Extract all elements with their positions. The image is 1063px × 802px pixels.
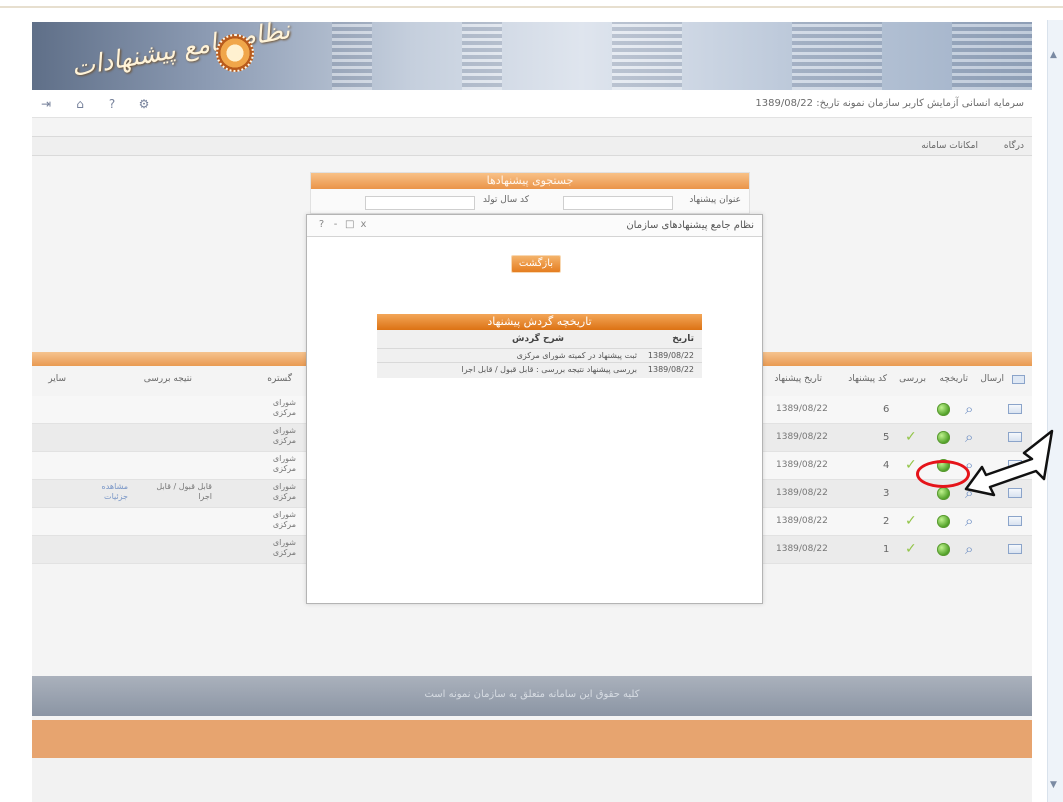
top-toolbar: ⇥ ⌂ ? ⚙ سرمایه انسانی آزمایش کاربر سازما… [32,90,1032,118]
tab-system-features[interactable]: امکانات سامانه [921,141,978,151]
suggestion-code: 1 [883,544,890,555]
send-icon[interactable] [1008,516,1022,526]
column-other: سایر [48,374,66,384]
history-table: تاریخ شرح گردش 1389/08/22 ثبت پیشنهاد در… [377,330,702,378]
exit-icon[interactable]: ⇥ [38,97,54,111]
building-graphic [332,22,372,90]
vertical-scrollbar[interactable]: ▲ ▼ [1047,20,1063,802]
logo-emblem-icon [216,34,254,72]
column-scope: گستره [267,374,292,384]
send-icon[interactable] [1008,544,1022,554]
logo: نظام جامع پیشنهادات [62,15,292,82]
review-status-icon[interactable] [937,515,950,528]
logo-text: نظام جامع پیشنهادات [69,15,293,82]
close-icon[interactable]: x [359,219,368,231]
history-highlight-oval [916,460,970,488]
search-label-code: کد سال تولد [482,195,529,205]
checked-icon: ✓ [905,541,917,557]
bottom-orange-band [32,720,1032,758]
suggestion-code: 6 [883,404,890,415]
suggestion-code: 5 [883,432,890,443]
history-modal: نظام جامع پیشنهادهای سازمان ? - □ x بازگ… [306,214,763,604]
review-result: قابل قبول / قابل اجرا [156,482,212,501]
checked-icon: ✓ [905,429,917,445]
details-link[interactable]: مشاهده جزئیات [82,482,128,502]
history-search-icon[interactable]: ⌕ [965,401,981,417]
history-description: بررسی پیشنهاد نتیجه بررسی : قابل قبول / … [461,365,638,374]
help-icon[interactable]: ? [317,219,326,231]
help-icon[interactable]: ? [104,97,120,111]
suggestion-date: 1389/08/22 [776,460,828,470]
suggestion-code: 4 [883,460,890,471]
review-status-icon[interactable] [937,543,950,556]
scroll-down-icon[interactable]: ▼ [1050,780,1060,790]
history-row: 1389/08/22 بررسی پیشنهاد نتیجه بررسی : ق… [377,362,702,375]
history-search-icon[interactable]: ⌕ [965,541,981,557]
suggestion-code: 3 [883,488,890,499]
column-review: بررسی [899,374,926,384]
header-banner: نظام جامع پیشنهادات [32,15,1032,90]
suggestion-date: 1389/08/22 [776,488,828,498]
table-header-icon [1012,375,1025,384]
suggestion-scope: شورای مرکزی [272,454,296,473]
building-graphic [612,22,682,90]
history-date-header: تاریخ [672,334,694,344]
history-description: ثبت پیشنهاد در کمیته شورای مرکزی [516,351,637,360]
settings-icon[interactable]: ⚙ [136,97,152,111]
footer-bar: کلیه حقوق این سامانه متعلق به سازمان نمو… [32,676,1032,716]
minimize-icon[interactable]: - [331,219,340,231]
bottom-page-area [32,758,1032,802]
search-title: جستجوی پیشنهادها [311,173,749,189]
navigation-tabs: درگاه امکانات سامانه [32,136,1032,156]
review-status-icon[interactable] [937,403,950,416]
top-border [0,6,1063,8]
history-date: 1389/08/22 [647,351,694,360]
home-icon[interactable]: ⌂ [72,97,88,111]
scroll-up-icon[interactable]: ▲ [1050,50,1060,60]
callout-arrow-icon [964,429,1054,497]
column-history: تاریخچه [939,374,968,384]
history-date: 1389/08/22 [647,365,694,374]
column-suggestion-date: تاریخ پیشنهاد [774,374,822,384]
review-status-icon[interactable] [937,487,950,500]
suggestion-date: 1389/08/22 [776,544,828,554]
window-controls: ? - □ x [317,219,368,231]
history-search-icon[interactable]: ⌕ [965,513,981,529]
modal-title-bar: نظام جامع پیشنهادهای سازمان ? - □ x [307,215,762,237]
column-review-result: نتیجه بررسی [143,374,192,384]
suggestion-date: 1389/08/22 [776,432,828,442]
suggestion-history-panel: تاریخچه گردش پیشنهاد تاریخ شرح گردش 1389… [377,314,702,382]
maximize-icon[interactable]: □ [345,219,354,231]
return-button[interactable]: بازگشت [511,255,561,273]
search-panel: جستجوی پیشنهادها عنوان پیشنهاد کد سال تو… [310,172,750,214]
suggestion-date: 1389/08/22 [776,404,828,414]
send-icon[interactable] [1008,404,1022,414]
checked-icon: ✓ [905,513,917,529]
suggestion-scope: شورای مرکزی [272,426,296,445]
building-graphic [462,22,502,90]
suggestion-scope: شورای مرکزی [272,538,296,557]
suggestion-scope: شورای مرکزی [272,510,296,529]
building-graphic [792,22,882,90]
suggestion-scope: شورای مرکزی [272,482,296,501]
history-title: تاریخچه گردش پیشنهاد [377,314,702,330]
footer-text: کلیه حقوق این سامانه متعلق به سازمان نمو… [424,689,640,700]
modal-title: نظام جامع پیشنهادهای سازمان [626,220,754,231]
tab-portal[interactable]: درگاه [1004,141,1024,151]
suggestion-code: 2 [883,516,890,527]
column-suggestion-code: کد پیشنهاد [848,374,887,384]
review-status-icon[interactable] [937,431,950,444]
search-input-title[interactable] [563,196,673,210]
column-send: ارسال [980,374,1004,384]
user-info: سرمایه انسانی آزمایش کاربر سازمان نمونه … [755,98,1024,109]
search-input-code[interactable] [365,196,475,210]
suggestion-date: 1389/08/22 [776,516,828,526]
suggestion-scope: شورای مرکزی [272,398,296,417]
history-description-header: شرح گردش [512,334,564,344]
search-label-title: عنوان پیشنهاد [689,195,741,205]
building-graphic [952,22,1032,90]
history-row: 1389/08/22 ثبت پیشنهاد در کمیته شورای مر… [377,348,702,361]
